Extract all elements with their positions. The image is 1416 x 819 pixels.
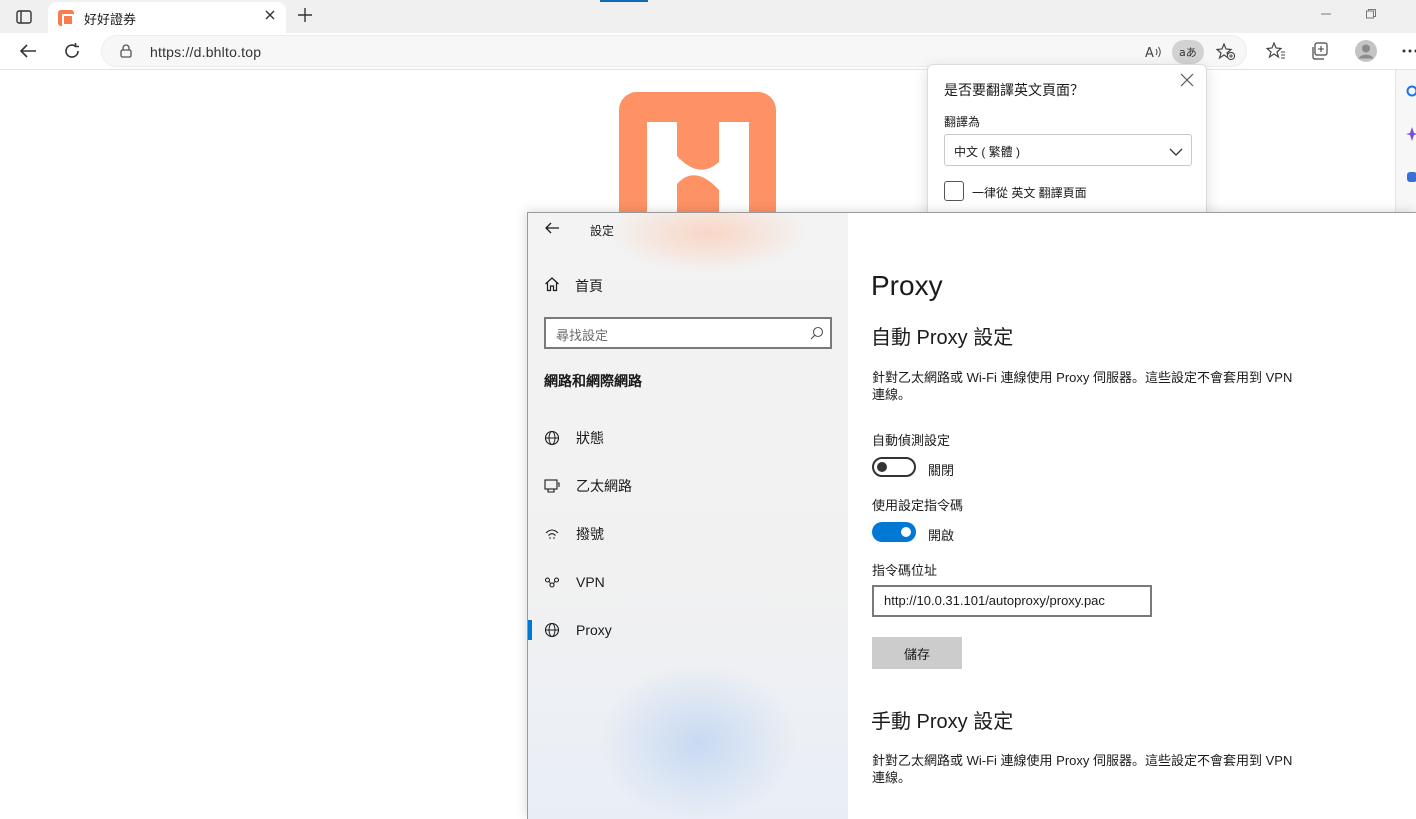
auto-proxy-description: 針對乙太網路或 Wi-Fi 連線使用 Proxy 伺服器。這些設定不會套用到 V…: [872, 370, 1293, 402]
minimize-icon[interactable]: [1316, 6, 1336, 26]
translate-popup-title: 是否要翻譯英文頁面？: [944, 82, 1084, 98]
nav-item-label: 撥號: [576, 526, 604, 542]
nav-item-label: VPN: [576, 574, 605, 590]
address-bar[interactable]: https://d.bhlto.top A aあ: [101, 35, 1247, 67]
nav-item-proxy[interactable]: Proxy: [528, 610, 848, 650]
collections-icon[interactable]: [1306, 37, 1334, 65]
nav-home[interactable]: 首頁: [544, 275, 744, 297]
close-icon[interactable]: [262, 9, 278, 25]
translate-popup: 是否要翻譯英文頁面？ 翻譯為 中文 ( 繁體 ) 一律從 英文 翻譯頁面: [927, 64, 1207, 224]
use-script-toggle[interactable]: [872, 522, 916, 542]
refresh-icon[interactable]: [58, 37, 86, 65]
nav-item-vpn[interactable]: VPN: [528, 562, 848, 602]
tools-icon[interactable]: [1406, 170, 1416, 182]
language-select[interactable]: 中文 ( 繁體 ): [944, 134, 1192, 166]
home-icon: [544, 276, 560, 297]
tab-title: 好好證券: [84, 12, 137, 27]
search-sidebar-icon[interactable]: [1406, 84, 1416, 97]
favorites-icon[interactable]: [1262, 37, 1290, 65]
profile-avatar[interactable]: [1352, 37, 1380, 65]
vpn-icon: [544, 574, 560, 590]
manual-proxy-title: 手動 Proxy 設定: [871, 711, 1014, 733]
ethernet-icon: [544, 478, 560, 494]
language-select-value: 中文 ( 繁體 ): [954, 145, 1020, 159]
back-arrow-icon[interactable]: [14, 37, 42, 65]
auto-detect-label: 自動偵測設定: [872, 433, 951, 448]
page-title: Proxy: [871, 270, 943, 301]
star-plus-icon[interactable]: [1214, 40, 1238, 64]
site-favicon: [58, 10, 74, 26]
close-icon[interactable]: [1180, 73, 1196, 89]
settings-content: Proxy 自動 Proxy 設定 針對乙太網路或 Wi-Fi 連線使用 Pro…: [848, 213, 1416, 819]
settings-nav-pane: 設定 首頁 尋找設定 網路和網際網路 狀態 乙太網路 撥號 VPN Proxy: [528, 213, 848, 819]
globe-status-icon: [544, 430, 560, 446]
nav-item-label: 狀態: [576, 430, 604, 446]
nav-item-label: 乙太網路: [576, 478, 632, 494]
browser-tab[interactable]: 好好證券: [48, 2, 286, 33]
svg-text:aあ: aあ: [1179, 46, 1197, 59]
plus-icon[interactable]: [294, 5, 316, 27]
nav-decoration: [608, 213, 808, 273]
nav-item-label: Proxy: [576, 622, 612, 638]
always-translate-checkbox[interactable]: [944, 181, 964, 201]
settings-window: 設定 首頁 尋找設定 網路和網際網路 狀態 乙太網路 撥號 VPN Proxy …: [527, 212, 1416, 819]
dialup-icon: [544, 526, 560, 542]
restore-icon[interactable]: [1361, 6, 1381, 26]
window-accent-line: [600, 0, 648, 2]
search-placeholder: 尋找設定: [556, 328, 609, 343]
nav-home-label: 首頁: [575, 278, 603, 294]
auto-proxy-title: 自動 Proxy 設定: [871, 327, 1014, 349]
settings-title: 設定: [590, 224, 615, 238]
use-script-label: 使用設定指令碼: [872, 498, 964, 513]
nav-item-ethernet[interactable]: 乙太網路: [528, 466, 848, 506]
settings-search-input[interactable]: 尋找設定: [544, 317, 832, 349]
toggle-knob: [901, 527, 911, 537]
tab-actions-icon[interactable]: [10, 7, 38, 27]
save-button[interactable]: 儲存: [872, 637, 962, 669]
url-text[interactable]: https://d.bhlto.top: [150, 44, 261, 60]
script-address-input[interactable]: http://10.0.31.101/autoproxy/proxy.pac: [872, 585, 1152, 617]
back-arrow-icon[interactable]: [544, 221, 560, 237]
translate-to-label: 翻譯為: [944, 115, 981, 129]
chevron-down-icon: [1169, 144, 1183, 162]
tab-strip: 好好證券: [0, 0, 1416, 33]
script-address-label: 指令碼位址: [872, 563, 938, 578]
nav-item-dialup[interactable]: 撥號: [528, 514, 848, 554]
read-aloud-icon[interactable]: A: [1142, 40, 1166, 64]
lock-icon[interactable]: [120, 44, 132, 63]
use-script-state: 開啟: [928, 528, 955, 543]
toggle-knob: [877, 462, 887, 472]
always-translate-label: 一律從 英文 翻譯頁面: [972, 186, 1087, 200]
svg-text:A: A: [1145, 46, 1154, 59]
manual-proxy-description: 針對乙太網路或 Wi-Fi 連線使用 Proxy 伺服器。這些設定不會套用到 V…: [872, 753, 1293, 785]
search-icon[interactable]: [810, 326, 824, 345]
translate-icon[interactable]: aあ: [1172, 40, 1204, 64]
nav-item-status[interactable]: 狀態: [528, 418, 848, 458]
copilot-icon[interactable]: [1406, 127, 1416, 141]
auto-detect-toggle[interactable]: [872, 457, 916, 477]
script-address-value: http://10.0.31.101/autoproxy/proxy.pac: [884, 593, 1105, 608]
nav-decoration: [598, 663, 798, 819]
auto-detect-state: 關閉: [928, 463, 955, 478]
more-icon[interactable]: [1396, 37, 1416, 65]
globe-icon: [544, 622, 560, 638]
nav-section-title: 網路和網際網路: [544, 373, 642, 389]
